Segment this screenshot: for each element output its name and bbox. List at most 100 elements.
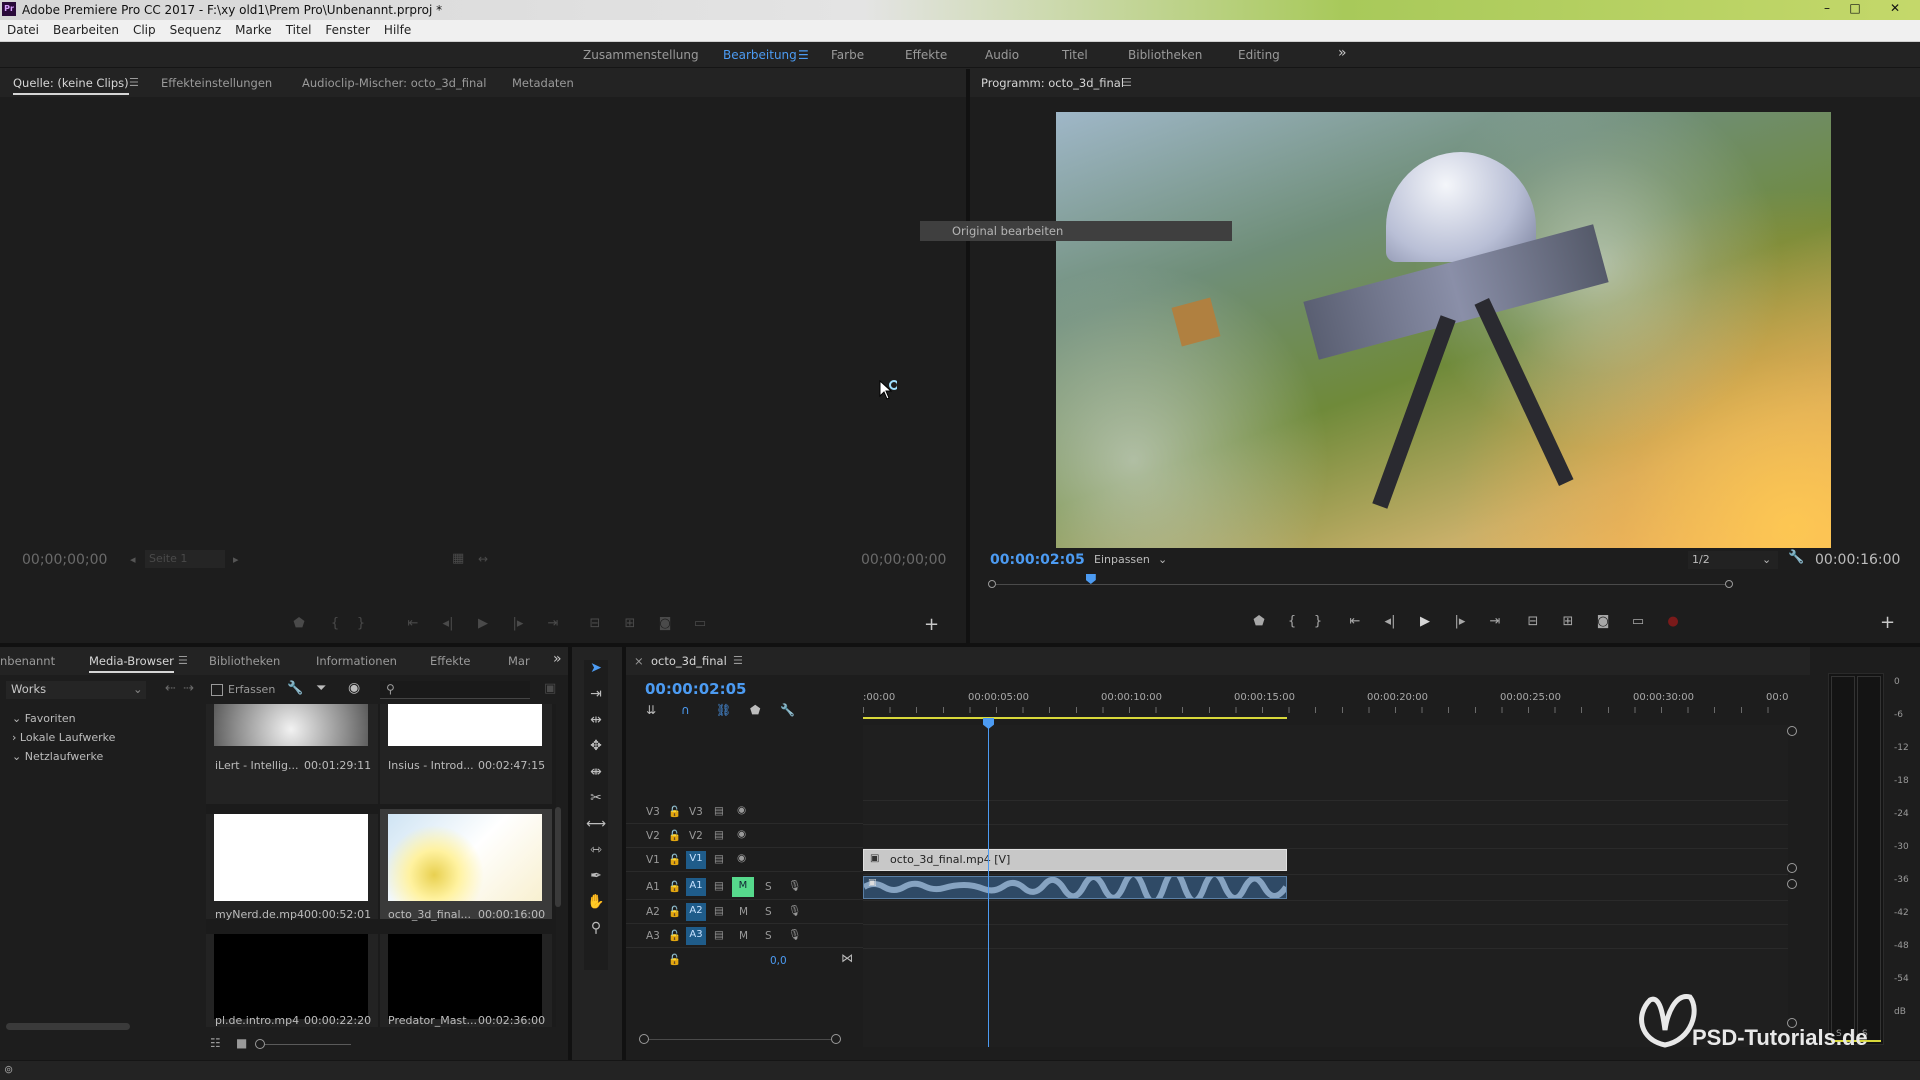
- eye-icon[interactable]: ◉: [737, 828, 746, 840]
- program-video-frame[interactable]: [1056, 112, 1831, 548]
- linked-selection-icon[interactable]: ⛓: [716, 703, 731, 717]
- tree-scrollbar[interactable]: [6, 1023, 130, 1030]
- tree-favorites[interactable]: ⌄ Favoriten: [12, 712, 76, 725]
- source-play-icon[interactable]: ▶: [472, 616, 494, 636]
- program-mark-in-icon[interactable]: {: [1281, 614, 1303, 634]
- rate-stretch-tool-icon[interactable]: ⇼: [584, 764, 608, 788]
- maximize-icon[interactable]: □: [1844, 1, 1866, 17]
- program-comparison-view-icon[interactable]: ▭: [1627, 614, 1649, 634]
- menu-titel[interactable]: Titel: [279, 20, 319, 37]
- go-to-end-icon[interactable]: ⋈: [841, 951, 853, 965]
- menu-fenster[interactable]: Fenster: [318, 20, 377, 37]
- sync-lock-icon[interactable]: ▤: [714, 880, 724, 892]
- hand-tool-icon[interactable]: ✋: [584, 894, 608, 918]
- source-step-back-icon[interactable]: ◂|: [437, 616, 459, 636]
- program-lift-icon[interactable]: ⊟: [1522, 614, 1544, 634]
- track-source-a2[interactable]: A2: [646, 906, 660, 918]
- workspace-zusammenstellung[interactable]: Zusammenstellung: [583, 48, 699, 62]
- icon-view-icon[interactable]: ■: [236, 1036, 247, 1050]
- vertical-scroll-handle[interactable]: [1787, 879, 1797, 889]
- program-play-icon[interactable]: ▶: [1414, 614, 1436, 634]
- sync-lock-icon[interactable]: ▤: [714, 853, 724, 865]
- back-arrow-icon[interactable]: ⇠: [165, 681, 176, 696]
- source-mark-in-icon[interactable]: {: [324, 616, 346, 636]
- tab-info[interactable]: Informationen: [316, 654, 397, 668]
- source-go-in-icon[interactable]: ⇤: [402, 616, 424, 636]
- sync-lock-icon[interactable]: ▤: [714, 829, 724, 841]
- workspace-bearbeitung[interactable]: Bearbeitung: [723, 48, 797, 62]
- timeline-settings-wrench-icon[interactable]: 🔧: [780, 703, 795, 717]
- master-volume-value[interactable]: 0,0: [770, 955, 787, 967]
- program-go-out-icon[interactable]: ⇥: [1484, 614, 1506, 634]
- ingest-checkbox[interactable]: [211, 684, 223, 696]
- workspace-overflow-icon[interactable]: »: [1338, 45, 1347, 61]
- lock-icon[interactable]: 🔓: [668, 905, 681, 918]
- track-source-a3[interactable]: A3: [646, 930, 660, 942]
- tab-markers[interactable]: Mar: [508, 654, 530, 668]
- workspace-editing[interactable]: Editing: [1238, 48, 1280, 62]
- program-export-frame-icon[interactable]: ◙: [1592, 614, 1614, 634]
- sync-lock-icon[interactable]: ▤: [714, 905, 724, 917]
- minimize-icon[interactable]: –: [1816, 1, 1838, 17]
- track-target-a3[interactable]: A3: [686, 927, 706, 945]
- program-record-icon[interactable]: ●: [1662, 614, 1684, 634]
- source-fit-icon[interactable]: ↔: [478, 552, 488, 566]
- track-target-v1[interactable]: V1: [686, 851, 706, 869]
- menu-hilfe[interactable]: Hilfe: [377, 20, 418, 37]
- menu-sequenz[interactable]: Sequenz: [163, 20, 229, 37]
- source-prev-page-icon[interactable]: ◂: [130, 553, 136, 566]
- clip-item[interactable]: Insius - Introd... 00:02:47:15: [380, 704, 552, 804]
- source-page-select[interactable]: Seite 1: [145, 550, 225, 568]
- workspace-bibliotheken[interactable]: Bibliotheken: [1128, 48, 1202, 62]
- timeline-timecode[interactable]: 00:00:02:05: [645, 680, 747, 698]
- source-marker-icon[interactable]: ⬟: [288, 616, 310, 636]
- media-browser-menu-icon[interactable]: ☰: [178, 654, 188, 667]
- snap-magnet-icon[interactable]: ∩: [681, 703, 690, 717]
- program-fit-dropdown[interactable]: Einpassen ⌄: [1090, 551, 1170, 569]
- track-select-tool-icon[interactable]: ⇥: [584, 686, 608, 710]
- clip-item[interactable]: Predator_Mast... 00:02:36:00: [380, 934, 552, 1027]
- selection-tool-icon[interactable]: ➤: [584, 660, 608, 684]
- horizontal-scroll-end[interactable]: [831, 1034, 841, 1044]
- workspace-farbe[interactable]: Farbe: [831, 48, 864, 62]
- vertical-scroll-handle[interactable]: [1787, 726, 1797, 736]
- tree-local-drives[interactable]: › Lokale Laufwerke: [12, 731, 115, 744]
- program-timecode[interactable]: 00:00:02:05: [990, 552, 1085, 568]
- rolling-edit-tool-icon[interactable]: ✥: [584, 738, 608, 762]
- workspace-audio[interactable]: Audio: [985, 48, 1019, 62]
- media-overflow-icon[interactable]: »: [553, 651, 562, 667]
- nest-toggle-icon[interactable]: ⇊: [646, 703, 656, 717]
- source-timecode-out[interactable]: 00;00;00;00: [861, 552, 946, 568]
- source-add-button-icon[interactable]: +: [924, 614, 939, 635]
- horizontal-scroll-start[interactable]: [639, 1034, 649, 1044]
- source-safe-margins-icon[interactable]: ▦: [452, 551, 464, 566]
- source-timecode-in[interactable]: 00;00;00;00: [22, 552, 107, 568]
- lock-icon[interactable]: 🔓: [668, 953, 681, 966]
- zoom-slider-handle[interactable]: [255, 1039, 265, 1049]
- pen-tool-icon[interactable]: ✒: [584, 868, 608, 892]
- add-marker-icon[interactable]: ⬟: [750, 703, 760, 717]
- ripple-edit-tool-icon[interactable]: ⇹: [584, 712, 608, 736]
- track-source-a1[interactable]: A1: [646, 881, 660, 893]
- lock-icon[interactable]: 🔓: [668, 853, 681, 866]
- lock-icon[interactable]: 🔓: [668, 805, 681, 818]
- workspace-effekte[interactable]: Effekte: [905, 48, 947, 62]
- scrubber-start-handle[interactable]: [988, 580, 996, 588]
- mute-button-a1[interactable]: M: [732, 877, 754, 897]
- work-area-bar[interactable]: [863, 717, 1287, 719]
- tab-libraries[interactable]: Bibliotheken: [209, 654, 280, 668]
- mute-button-a2[interactable]: M: [739, 906, 748, 918]
- program-playhead[interactable]: [1085, 574, 1096, 584]
- eye-icon[interactable]: ◉: [737, 804, 746, 816]
- lock-icon[interactable]: 🔓: [668, 829, 681, 842]
- track-source-v1[interactable]: V1: [646, 854, 660, 866]
- program-resolution-dropdown[interactable]: 1/2 ⌄: [1688, 551, 1778, 569]
- clip-item[interactable]: myNerd.de.mp4 00:00:52:01: [206, 814, 378, 921]
- time-ruler[interactable]: :00:00 00:00:05:00 00:00:10:00 00:00:15:…: [863, 692, 1788, 722]
- source-button-editor-icon[interactable]: ▭: [689, 616, 711, 636]
- zoom-slider-track[interactable]: [265, 1044, 351, 1045]
- program-step-forward-icon[interactable]: |▸: [1449, 614, 1471, 634]
- clip-grid-scrollbar[interactable]: [555, 807, 561, 907]
- lock-icon[interactable]: 🔓: [668, 929, 681, 942]
- clip-item-selected[interactable]: octo_3d_final... 00:00:16:00: [380, 809, 552, 921]
